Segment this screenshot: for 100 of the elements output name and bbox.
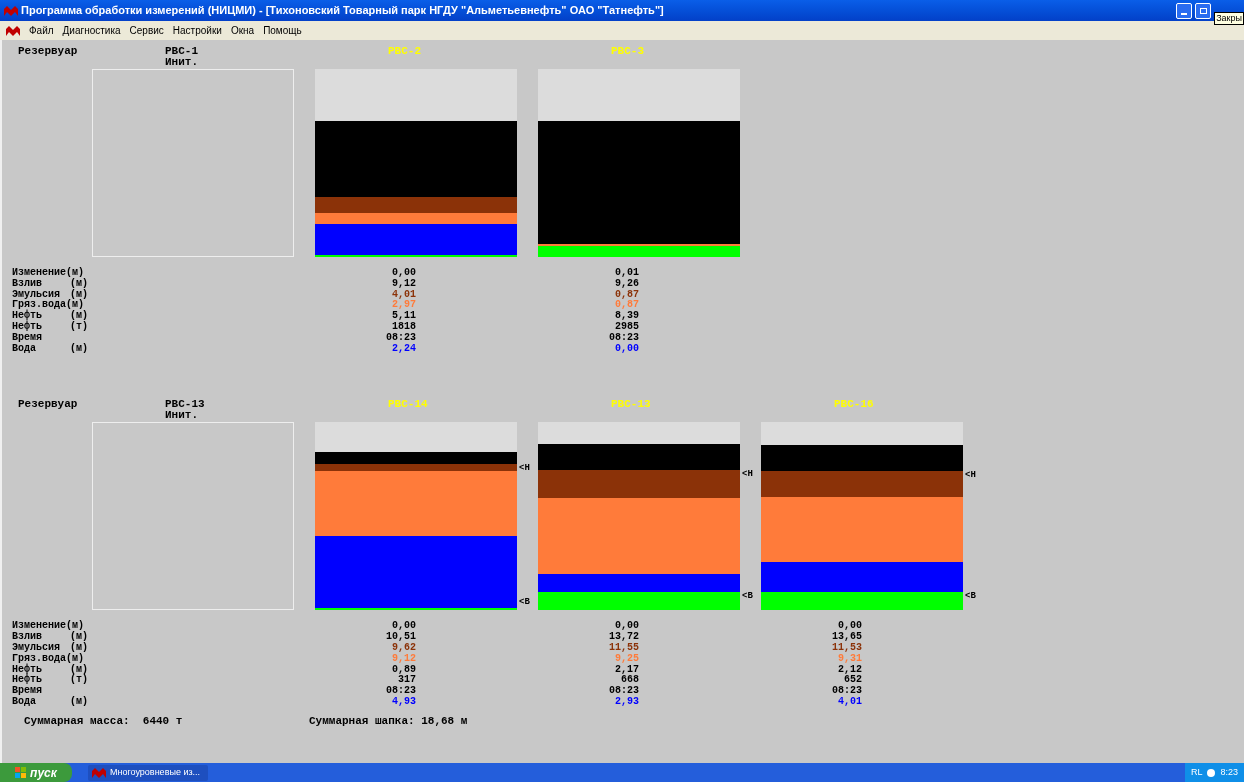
reading-value: 9,62 bbox=[391, 642, 416, 654]
row-label: Изменение(м) bbox=[12, 268, 84, 279]
row-label: Эмульсия bbox=[12, 289, 60, 300]
reading-value: 08:23 bbox=[608, 686, 639, 697]
row-label: Изменение(м) bbox=[12, 621, 84, 632]
reading-value: 0,01 bbox=[614, 268, 639, 279]
reading-value: 08:23 bbox=[385, 332, 416, 344]
row-label: Вода bbox=[12, 696, 37, 708]
tooltip: Закры bbox=[1214, 12, 1244, 25]
row-unit: (м) bbox=[70, 343, 88, 355]
reading-value: 0,00 bbox=[614, 621, 639, 632]
level-marker: <В bbox=[519, 598, 530, 608]
row-label: Вода bbox=[12, 343, 37, 355]
reading-value: 0,00 bbox=[614, 343, 639, 355]
row-label: Эмульсия bbox=[12, 642, 61, 653]
taskbar-button[interactable]: Многоуровневые из... bbox=[88, 764, 208, 781]
row-unit: (м) bbox=[70, 289, 88, 300]
tank-name: РВС-13 bbox=[165, 399, 206, 411]
reading-value: 1818 bbox=[391, 322, 416, 333]
total-text: Суммарная шапка: 18,68 м bbox=[309, 715, 468, 727]
window-title: Программа обработки измерений (НИЦМИ) - [Тихоновский Товарный парк НГДУ "Альметьевнефть" ОАО "Татнефть"] bbox=[21, 3, 664, 19]
reading-value: 11,55 bbox=[608, 642, 639, 654]
reading-value: 0,00 bbox=[391, 268, 416, 279]
reading-value: 9,12 bbox=[391, 278, 416, 290]
minimize-button[interactable] bbox=[1176, 2, 1193, 19]
row-unit: (т) bbox=[70, 675, 88, 687]
reading-value: 0,89 bbox=[391, 664, 416, 675]
menu-item[interactable]: Файл bbox=[29, 23, 54, 38]
row-unit: (м) bbox=[70, 642, 88, 654]
reading-value: 4,01 bbox=[391, 289, 416, 300]
row-label: Гряз.вода(м) bbox=[12, 300, 84, 311]
total-text: Суммарная масса: 6440 т bbox=[23, 715, 184, 727]
menu-item[interactable]: Сервис bbox=[129, 23, 164, 38]
reading-value: 08:23 bbox=[608, 332, 639, 344]
app-logo-icon bbox=[6, 25, 20, 36]
row-unit: (м) bbox=[70, 632, 88, 643]
reading-value: 2,24 bbox=[391, 343, 416, 355]
tank-status: Инит. bbox=[165, 410, 199, 422]
reading-value: 2985 bbox=[614, 322, 639, 333]
level-marker: <В bbox=[742, 592, 753, 602]
tank-name: РВС-2 bbox=[388, 46, 422, 57]
reading-value: 10,51 bbox=[385, 632, 416, 643]
app-logo-icon bbox=[92, 767, 106, 778]
level-marker: <В bbox=[965, 592, 976, 602]
row-label: Нефть bbox=[12, 311, 42, 322]
row-unit: (т) bbox=[70, 322, 88, 333]
reading-value: 11,53 bbox=[831, 642, 862, 654]
windows-flag-icon bbox=[15, 767, 28, 778]
row-unit: (м) bbox=[70, 311, 88, 322]
reading-value: 8,39 bbox=[614, 311, 639, 322]
menu-item[interactable]: Диагностика bbox=[62, 23, 121, 38]
row-label: Нефть bbox=[12, 664, 42, 675]
row-unit: (м) bbox=[70, 696, 88, 708]
reservoir-label: Резервуар bbox=[18, 398, 78, 411]
reading-value: 2,97 bbox=[391, 300, 416, 311]
restore-button[interactable] bbox=[1195, 2, 1212, 19]
clock: 8:23 bbox=[1220, 765, 1238, 779]
row-label: Время bbox=[12, 686, 42, 697]
reading-value: 13,72 bbox=[608, 632, 639, 643]
tank-name: РВС-3 bbox=[611, 46, 645, 57]
reading-value: 0,00 bbox=[391, 621, 416, 632]
menu-item[interactable]: Помощь bbox=[263, 23, 302, 38]
tank-status: Инит. bbox=[165, 57, 199, 68]
reading-value: 08:23 bbox=[385, 686, 416, 697]
reading-value: 4,01 bbox=[837, 696, 862, 708]
row-unit: (м) bbox=[70, 664, 88, 675]
menu-item[interactable]: Окна bbox=[230, 23, 255, 38]
app-logo-icon bbox=[4, 5, 18, 16]
reading-value: 4,93 bbox=[391, 696, 416, 708]
tank-name: РВС-1 bbox=[165, 46, 199, 57]
menu-item[interactable]: Настройки bbox=[172, 23, 222, 38]
row-label: Взлив bbox=[12, 632, 42, 643]
reservoir-label: Резервуар bbox=[18, 45, 78, 57]
row-label: Гряз.вода(м) bbox=[12, 653, 84, 664]
reading-value: 08:23 bbox=[831, 686, 862, 697]
reading-value: 9,12 bbox=[391, 653, 416, 665]
reading-value: 2,17 bbox=[614, 664, 639, 675]
reading-value: 2,93 bbox=[614, 696, 639, 708]
reading-value: 668 bbox=[620, 675, 639, 686]
tank-name: РВС-14 bbox=[388, 399, 429, 411]
reading-value: 9,25 bbox=[614, 653, 639, 665]
language-indicator: RL bbox=[1190, 765, 1203, 779]
reading-value: 317 bbox=[397, 675, 416, 686]
tank-name: РВС-16 bbox=[834, 399, 875, 411]
tray-icon bbox=[1206, 767, 1217, 778]
reading-value: 13,65 bbox=[831, 632, 862, 643]
reading-value: 0,00 bbox=[837, 621, 862, 632]
row-label: Время bbox=[12, 332, 42, 344]
row-label: Нефть bbox=[12, 675, 43, 686]
reading-value: 9,26 bbox=[614, 278, 639, 290]
tank-name: РВС-13 bbox=[611, 399, 652, 411]
row-unit: (м) bbox=[70, 278, 88, 289]
reading-value: 2,12 bbox=[837, 664, 862, 675]
level-marker: <Н bbox=[965, 471, 976, 481]
start-button[interactable]: пуск bbox=[0, 763, 72, 782]
level-marker: <Н bbox=[519, 464, 530, 474]
row-label: Нефть bbox=[12, 322, 43, 333]
reading-value: 9,31 bbox=[837, 653, 862, 665]
row-label: Взлив bbox=[12, 278, 42, 290]
reading-value: 0,87 bbox=[614, 300, 639, 311]
